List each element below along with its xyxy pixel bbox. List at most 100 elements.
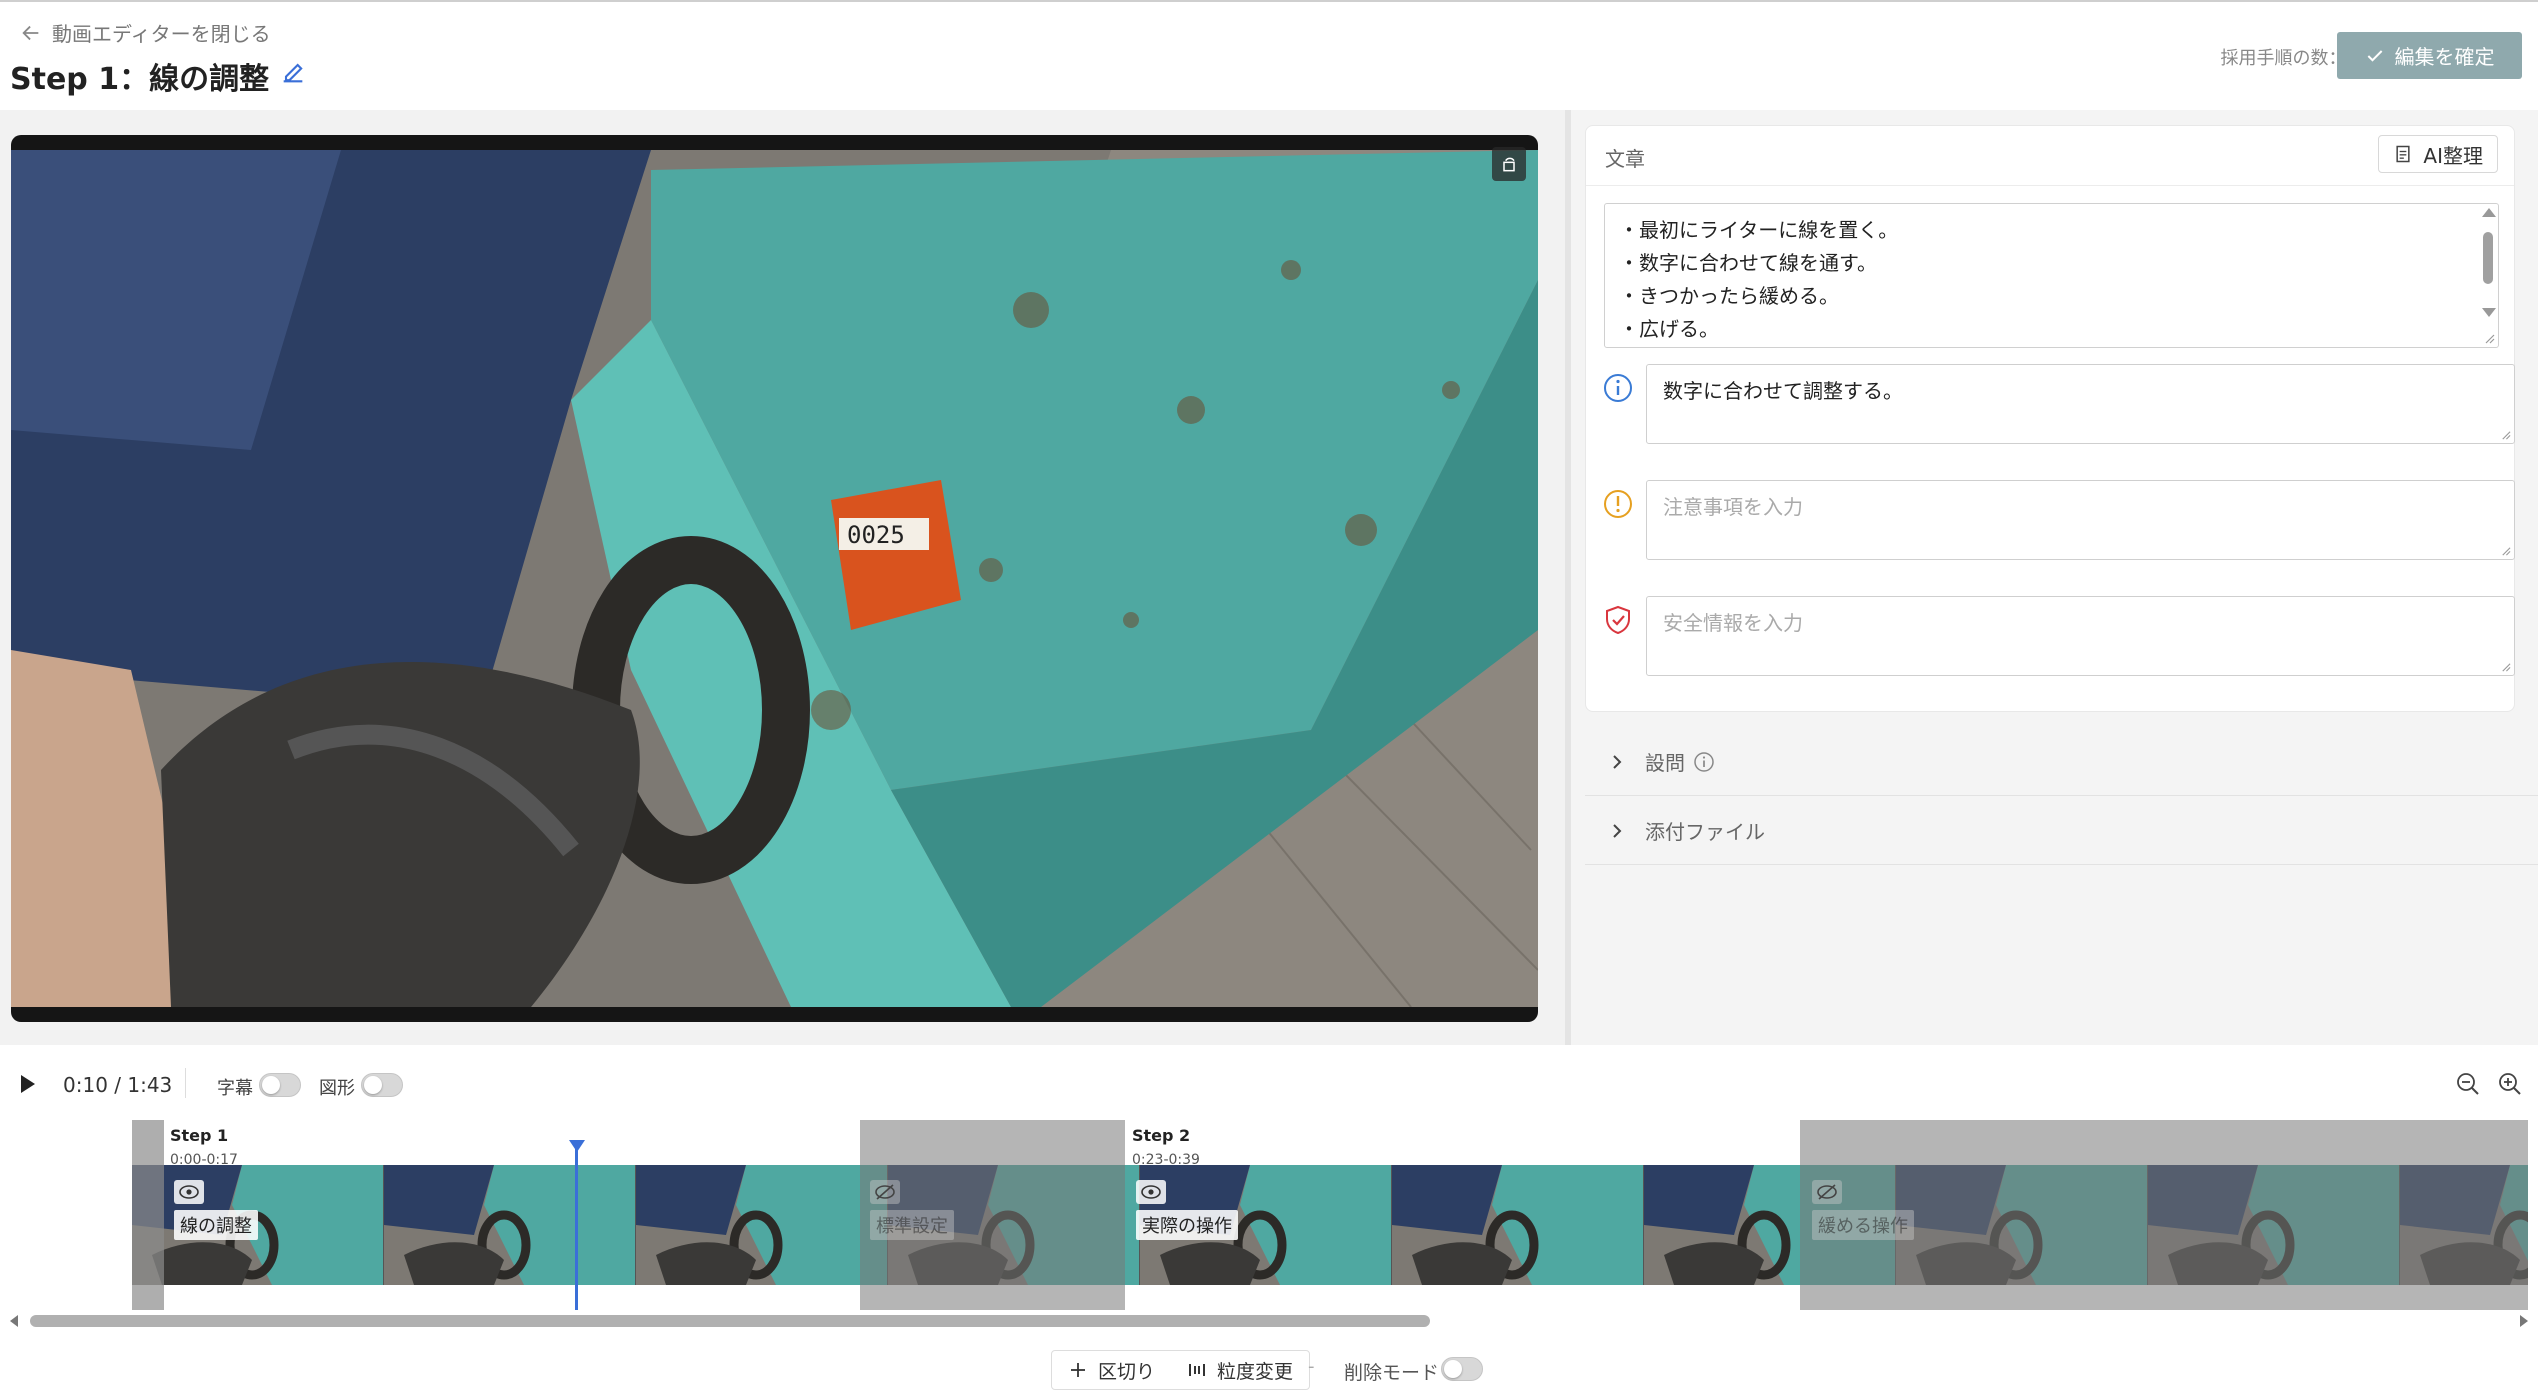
segment-tag[interactable]: 標準設定 (870, 1180, 954, 1240)
caution-placeholder: 注意事項を入力 (1663, 495, 1803, 519)
procedure-line: ・広げる。 (1619, 317, 1719, 341)
caution-row: 注意事項を入力 (1586, 480, 2515, 562)
timeline-thumbnail (132, 1165, 384, 1285)
eye-off-icon[interactable] (1812, 1180, 1842, 1204)
shapes-toggle[interactable] (361, 1073, 403, 1097)
subtitles-label: 字幕 (217, 1078, 253, 1099)
warning-icon (1604, 490, 1632, 518)
svg-text:0025: 0025 (847, 521, 905, 549)
page-title: Step 1：線の調整 (10, 54, 307, 98)
scroll-thumb[interactable] (2483, 232, 2493, 284)
questions-label: 設問 (1645, 751, 1685, 775)
hidden-segment[interactable] (132, 1120, 164, 1310)
attachments-accordion[interactable]: 添付ファイル (1585, 797, 2538, 865)
safety-textarea[interactable]: 安全情報を入力 (1646, 596, 2515, 676)
confirm-edit-button[interactable]: 編集を確定 (2337, 32, 2522, 79)
questions-accordion[interactable]: 設問 (1585, 728, 2538, 796)
eye-icon[interactable] (1136, 1180, 1166, 1204)
info-icon[interactable] (1693, 751, 1715, 773)
rotate-icon (1503, 157, 1515, 172)
toolbar-separator: - (1308, 1356, 1315, 1377)
chevron-right-icon (1613, 823, 1622, 838)
timeline-scroll-thumb[interactable] (30, 1315, 1430, 1327)
eye-off-icon[interactable] (870, 1180, 900, 1204)
granularity-button[interactable]: 粒度変更 (1171, 1351, 1309, 1389)
bars-adjust-icon (1189, 1364, 1206, 1376)
playback-time: 0:10 / 1:43 (63, 1073, 173, 1097)
split-label: 区切り (1098, 1360, 1156, 1383)
eye-icon[interactable] (174, 1180, 204, 1204)
chevron-right-icon (1613, 754, 1622, 769)
segment-name: 標準設定 (870, 1210, 954, 1240)
scroll-right-arrow[interactable] (2520, 1315, 2528, 1327)
textarea-scrollbar[interactable] (2480, 208, 2496, 320)
zoom-out-icon[interactable] (2455, 1071, 2481, 1097)
timeline-thumbnail (384, 1165, 636, 1285)
step-1-label: Step 1 (170, 1126, 229, 1145)
plus-icon (1071, 1363, 1085, 1377)
confirm-edit-label: 編集を確定 (2394, 45, 2495, 69)
shield-check-icon (1606, 605, 1630, 635)
timeline-track[interactable]: Step 1 0:00-0:17 Step 2 0:23-0:39 線の調整 標… (132, 1120, 2528, 1310)
resize-grip-icon[interactable] (2500, 545, 2511, 556)
resize-grip-icon[interactable] (2500, 429, 2511, 440)
play-icon[interactable] (18, 1072, 38, 1096)
text-card: 文章 AI整理 ・最初にライターに線を置く。 ・数字に合わせて線を通す。 ・きつ… (1585, 125, 2515, 712)
timeline-thumbnail (636, 1165, 888, 1285)
check-icon (2367, 49, 2382, 62)
split-button[interactable]: 区切り (1052, 1351, 1171, 1389)
procedure-line: ・きつかったら緩める。 (1619, 284, 1839, 308)
zoom-in-icon[interactable] (2497, 1071, 2523, 1097)
info-row: 数字に合わせて調整する。 (1586, 364, 2515, 446)
info-text: 数字に合わせて調整する。 (1663, 379, 1903, 403)
delete-mode-toggle[interactable] (1441, 1357, 1483, 1381)
scroll-up-arrow[interactable] (2482, 208, 2496, 217)
rotate-video-button[interactable] (1492, 147, 1526, 181)
toolbar-divider (185, 1068, 186, 1098)
timeline-scrollbar[interactable] (10, 1312, 2528, 1330)
delete-mode-label: 削除モード (1344, 1362, 1440, 1384)
top-border (0, 0, 2538, 2)
segment-tag[interactable]: 線の調整 (174, 1180, 258, 1240)
segment-name: 緩める操作 (1812, 1210, 1914, 1240)
procedure-line: ・数字に合わせて線を通す。 (1619, 251, 1877, 275)
info-icon (1604, 374, 1632, 402)
step-1-range: 0:00-0:17 (170, 1152, 238, 1168)
close-editor-label: 動画エディターを閉じる (52, 22, 271, 46)
step-2-range: 0:23-0:39 (1132, 1152, 1200, 1168)
safety-placeholder: 安全情報を入力 (1663, 611, 1803, 635)
timeline-tools: 区切り 粒度変更 (1051, 1350, 1311, 1390)
step-2-label: Step 2 (1132, 1126, 1191, 1145)
resize-grip-icon[interactable] (2483, 332, 2495, 344)
close-editor-link[interactable]: 動画エディターを閉じる (20, 18, 271, 47)
granularity-label: 粒度変更 (1217, 1360, 1294, 1383)
video-player[interactable]: 0025 (11, 135, 1538, 1022)
arrow-left-icon (22, 25, 39, 40)
segment-name: 線の調整 (174, 1210, 258, 1240)
segment-name: 実際の操作 (1136, 1210, 1238, 1240)
subtitles-toggle[interactable] (259, 1073, 301, 1097)
resize-grip-icon[interactable] (2500, 661, 2511, 672)
segment-tag[interactable]: 実際の操作 (1136, 1180, 1238, 1240)
ai-organize-label: AI整理 (2423, 143, 2483, 168)
attachments-label: 添付ファイル (1645, 820, 1765, 844)
step-title-text: Step 1：線の調整 (10, 62, 270, 97)
ai-organize-button[interactable]: AI整理 (2378, 135, 2498, 173)
procedure-textarea[interactable]: ・最初にライターに線を置く。 ・数字に合わせて線を通す。 ・きつかったら緩める。… (1604, 203, 2499, 348)
timeline-thumbnail (1392, 1165, 1644, 1285)
info-textarea[interactable]: 数字に合わせて調整する。 (1646, 364, 2515, 444)
safety-row: 安全情報を入力 (1586, 596, 2515, 678)
scroll-left-arrow[interactable] (10, 1315, 18, 1327)
text-card-header: 文章 AI整理 (1586, 126, 2514, 186)
text-section-title: 文章 (1605, 147, 1645, 171)
caution-textarea[interactable]: 注意事項を入力 (1646, 480, 2515, 560)
segment-tag[interactable]: 緩める操作 (1812, 1180, 1914, 1240)
procedure-line: ・最初にライターに線を置く。 (1619, 218, 1899, 242)
pencil-icon[interactable] (279, 58, 307, 94)
playhead[interactable] (575, 1140, 578, 1310)
playhead-handle[interactable] (569, 1140, 585, 1152)
document-icon (2396, 145, 2410, 163)
video-frame-image: 0025 (11, 150, 1538, 1007)
scroll-down-arrow[interactable] (2482, 308, 2496, 317)
shapes-label: 図形 (319, 1078, 355, 1099)
